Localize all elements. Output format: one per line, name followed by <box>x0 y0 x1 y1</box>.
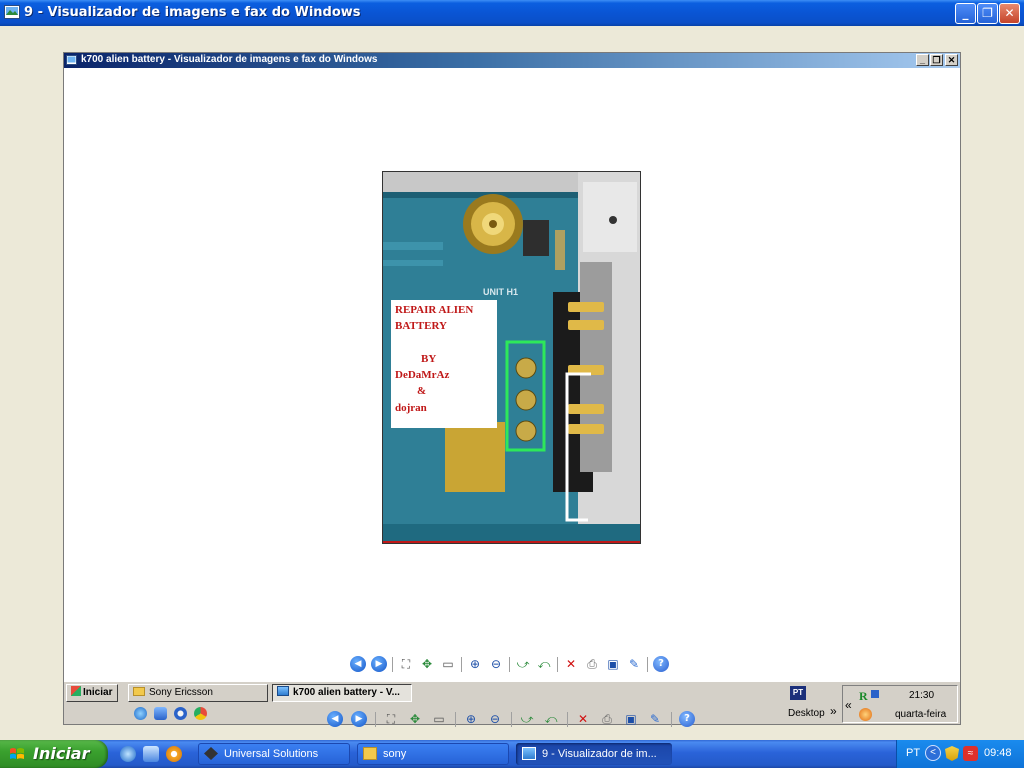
inner-tray-chevron-icon: « <box>845 698 852 712</box>
inner-task-sony-ericsson: Sony Ericsson <box>128 684 268 702</box>
inner-language-indicator: PT <box>790 686 806 700</box>
edit-button[interactable]: ✎ <box>647 711 663 727</box>
folder-icon <box>133 687 145 696</box>
caption-line-1: REPAIR ALIEN <box>395 304 473 316</box>
rotate-clockwise-button[interactable]: ⤻ <box>519 711 535 727</box>
language-indicator[interactable]: PT <box>906 747 920 759</box>
app-diamond-icon <box>204 747 218 760</box>
inner-day: quarta-feira <box>895 709 947 720</box>
internet-explorer-icon[interactable] <box>120 746 136 762</box>
previous-image-button[interactable]: ◀ <box>327 711 343 727</box>
security-shield-icon[interactable] <box>945 746 959 761</box>
tray-expand-icon[interactable]: < <box>925 745 941 761</box>
slideshow-button[interactable]: ▭ <box>431 711 447 727</box>
caption-line-3: BY <box>421 353 436 365</box>
internet-explorer-icon <box>134 707 147 720</box>
quick-launch <box>120 746 190 762</box>
circuit-board-illustration: UNIT H1 REPAIR ALIEN BATTERY BY DeDaMrAz… <box>383 172 640 543</box>
inner-restore-button: ❐ <box>930 54 943 66</box>
inner-desktop-toolbar-label: Desktop <box>788 708 825 719</box>
folder-icon <box>363 747 377 760</box>
save-button[interactable]: ▣ <box>623 711 639 727</box>
system-tray: PT < ≈ 09:48 <box>896 740 1024 768</box>
show-desktop-icon[interactable] <box>143 746 159 762</box>
inner-rotate-counterclockwise-icon: ⤺ <box>537 657 551 671</box>
caption-line-2: BATTERY <box>395 320 447 332</box>
displayed-screenshot: k700 alien battery - Visualizador de ima… <box>63 52 961 725</box>
inner-best-fit-icon: ⛶ <box>401 657 411 671</box>
media-player-icon <box>174 707 187 720</box>
inner-window-title: k700 alien battery - Visualizador de ima… <box>81 54 378 65</box>
windows-flag-icon <box>71 686 81 696</box>
desktop-icon <box>154 707 167 720</box>
print-button[interactable]: ⎙ <box>599 711 615 727</box>
inner-zoom-in-icon: ⊕ <box>469 657 481 671</box>
next-image-button[interactable]: ▶ <box>351 711 367 727</box>
image-viewer-icon <box>522 747 536 760</box>
inner-quick-launch <box>134 706 214 722</box>
task-universal-solutions[interactable]: Universal Solutions <box>198 743 350 765</box>
inner-zoom-out-icon: ⊖ <box>490 657 502 671</box>
media-player-icon[interactable] <box>166 746 182 762</box>
delete-button[interactable]: ✕ <box>575 711 591 727</box>
inner-previous-image-icon: ◀ <box>350 656 366 672</box>
inner-close-button: ✕ <box>945 54 958 66</box>
tray-orange-icon <box>859 708 872 721</box>
chrome-icon <box>194 707 207 720</box>
inner-help-icon: ? <box>653 656 669 672</box>
image-viewer-icon <box>277 686 289 696</box>
image-viewer-icon <box>4 5 20 19</box>
inner-slideshow-icon: ▭ <box>442 657 454 671</box>
inner-image-viewer-icon <box>66 55 77 65</box>
inner-minimize-button: _ <box>916 54 929 66</box>
zoom-out-button[interactable]: ⊖ <box>487 711 503 727</box>
viewer-canvas: k700 alien battery - Visualizador de ima… <box>0 26 1024 740</box>
taskbar: Iniciar Universal Solutions sony 9 - Vis… <box>0 740 1024 768</box>
battery-photo: UNIT H1 REPAIR ALIEN BATTERY BY DeDaMrAz… <box>382 171 641 544</box>
actual-size-button[interactable]: ✥ <box>407 711 423 727</box>
start-button[interactable]: Iniciar <box>0 740 108 768</box>
inner-edit-icon: ✎ <box>628 657 640 671</box>
windows-logo-icon <box>10 748 24 759</box>
inner-delete-icon: ✕ <box>565 657 577 671</box>
network-icon <box>871 690 879 698</box>
inner-actual-size-icon: ✥ <box>421 657 433 671</box>
inner-task-image-viewer: k700 alien battery - V... <box>272 684 412 702</box>
caption-line-6: dojran <box>395 402 427 414</box>
inner-clock: 21:30 <box>909 690 935 701</box>
caption-line-4: DeDaMrAz <box>395 369 449 381</box>
inner-print-icon: ⎙ <box>587 657 597 671</box>
window-title: 9 - Visualizador de imagens e fax do Win… <box>24 5 361 20</box>
tray-app-icon: R <box>859 689 868 703</box>
restore-button[interactable]: ❐ <box>977 3 998 24</box>
inner-chevron-icon: » <box>830 704 837 718</box>
minimize-button[interactable]: _ <box>955 3 976 24</box>
inner-save-icon: ▣ <box>607 657 619 671</box>
caption-line-5: & <box>417 385 426 397</box>
rotate-counterclockwise-button[interactable]: ⤺ <box>543 711 559 727</box>
inner-window-titlebar: k700 alien battery - Visualizador de ima… <box>64 53 960 68</box>
task-image-viewer[interactable]: 9 - Visualizador de im... <box>516 743 672 765</box>
antivirus-icon[interactable]: ≈ <box>963 746 978 761</box>
inner-toolbar: ◀ ▶ ⛶ ✥ ▭ ⊕ ⊖ ⤻ ⤺ ✕ ⎙ ▣ ✎ ? <box>350 656 680 676</box>
help-button[interactable]: ? <box>679 711 695 727</box>
inner-start-button: Iniciar <box>66 684 118 702</box>
best-fit-button[interactable]: ⛶ <box>383 711 399 727</box>
window-titlebar[interactable]: 9 - Visualizador de imagens e fax do Win… <box>0 0 1024 26</box>
zoom-in-button[interactable]: ⊕ <box>463 711 479 727</box>
inner-next-image-icon: ▶ <box>371 656 387 672</box>
close-button[interactable]: ✕ <box>999 3 1020 24</box>
inner-system-tray: « R 21:30 quarta-feira <box>842 685 958 723</box>
task-sony-folder[interactable]: sony <box>357 743 509 765</box>
clock[interactable]: 09:48 <box>984 747 1012 759</box>
image-viewer-toolbar: ◀ ▶ ⛶ ✥ ▭ ⊕ ⊖ ⤻ ⤺ ✕ ⎙ ▣ ✎ ? <box>327 711 697 731</box>
inner-rotate-clockwise-icon: ⤻ <box>516 657 530 671</box>
board-label: UNIT H1 <box>483 287 518 297</box>
